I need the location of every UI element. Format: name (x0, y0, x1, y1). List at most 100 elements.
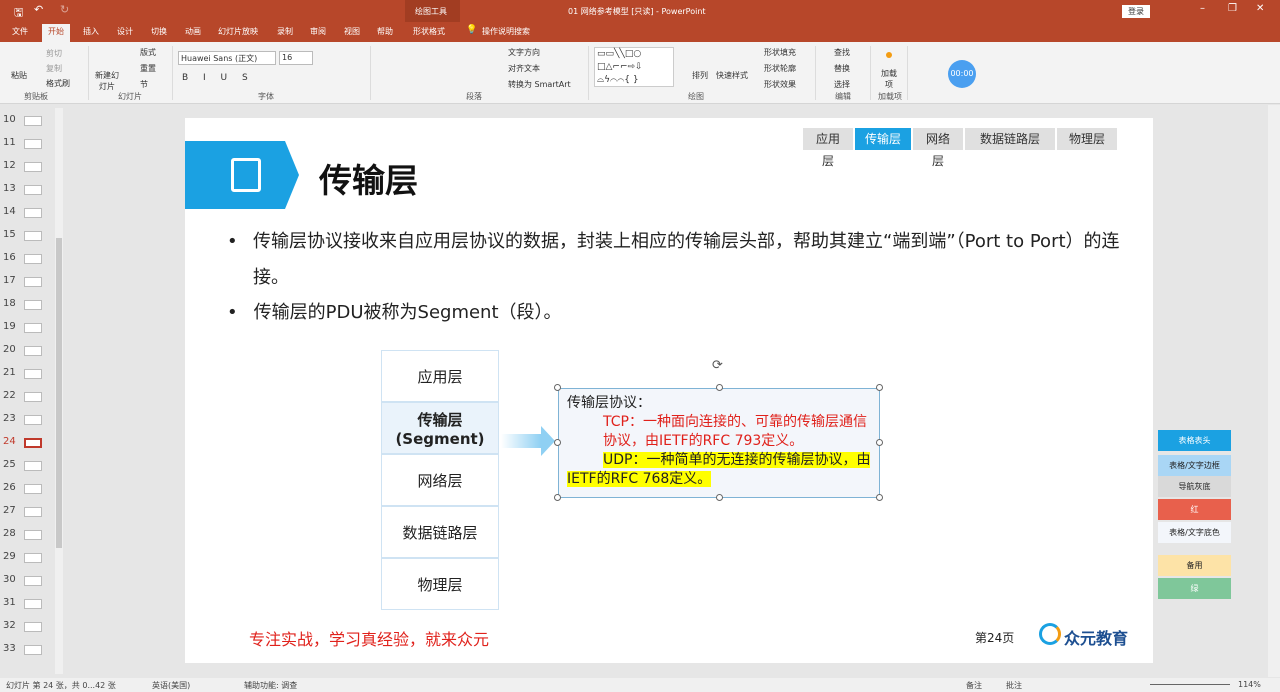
tab-design[interactable]: 设计 (117, 26, 133, 37)
restore-button[interactable]: ❐ (1228, 3, 1237, 14)
slide-thumbnail[interactable] (24, 185, 42, 195)
slide-thumbnail[interactable] (24, 645, 42, 655)
slide-thumbnail[interactable] (24, 553, 42, 563)
resize-handle[interactable] (876, 384, 883, 391)
slide-thumbnail[interactable] (24, 300, 42, 310)
select-button[interactable]: 选择 (834, 79, 850, 90)
style-swatch[interactable]: 绿 (1158, 578, 1231, 599)
resize-handle[interactable] (554, 439, 561, 446)
tab-insert[interactable]: 插入 (83, 26, 99, 37)
slide-thumbnail[interactable] (24, 323, 42, 333)
align-text-button[interactable]: 对齐文本 (508, 63, 540, 74)
notes-button[interactable]: 备注 (966, 680, 982, 691)
style-swatch[interactable]: 表格表头 (1158, 430, 1231, 451)
resize-handle[interactable] (716, 494, 723, 501)
resize-handle[interactable] (876, 439, 883, 446)
slide-thumbnail[interactable] (24, 392, 42, 402)
font-name-select[interactable]: Huawei Sans (正文) (178, 51, 276, 65)
font-format-buttons[interactable]: B I U S (182, 73, 254, 83)
thumb-scrollbar[interactable] (55, 108, 63, 674)
slide-thumbnail[interactable] (24, 461, 42, 471)
tab-slideshow[interactable]: 幻灯片放映 (218, 26, 258, 37)
copy-button[interactable]: 复制 (46, 63, 62, 74)
reset-button[interactable]: 重置 (140, 63, 156, 74)
addins-button[interactable]: 加载项 (881, 68, 897, 90)
slide-thumbnail[interactable] (24, 438, 42, 448)
shape-fill-button[interactable]: 形状填充 (764, 47, 796, 58)
shape-gallery[interactable]: ▭▭╲╲□○ □△⌐⌐⇨⇩ ⌓ϟ⌒⌒{ } (594, 47, 674, 87)
paste-button[interactable]: 粘贴 (11, 70, 27, 81)
tab-animations[interactable]: 动画 (185, 26, 201, 37)
slide-thumbnail[interactable] (24, 231, 42, 241)
shape-effects-button[interactable]: 形状效果 (764, 79, 796, 90)
tab-help[interactable]: 帮助 (377, 26, 393, 37)
slide-thumbnail[interactable] (24, 208, 42, 218)
slide-thumbnail[interactable] (24, 277, 42, 287)
arrange-button[interactable]: 排列 (692, 70, 708, 81)
slide-thumbnail[interactable] (24, 139, 42, 149)
save-icon[interactable]: 🖫 (14, 4, 23, 23)
tab-review[interactable]: 审阅 (310, 26, 326, 37)
vertical-scrollbar[interactable] (1268, 105, 1280, 677)
protocol-textbox[interactable]: 传输层协议： TCP：一种面向连接的、可靠的传输层通信协议，由IETF的RFC … (558, 388, 880, 498)
quick-styles-button[interactable]: 快速样式 (716, 70, 748, 81)
slide-thumbnail[interactable] (24, 530, 42, 540)
new-slide-button[interactable]: 新建幻灯片 (92, 70, 122, 92)
login-button[interactable]: 登录 (1122, 5, 1150, 18)
thumb-number: 10 (3, 114, 16, 125)
style-swatch[interactable]: 导航灰底 (1158, 476, 1231, 497)
cut-button[interactable]: 剪切 (46, 48, 62, 59)
slide-canvas[interactable]: 应用层 传输层 网络层 数据链路层 物理层 传输层 • 传输层协议接收来自应用层协议的数据… (185, 118, 1153, 663)
crumb-item: 应用层 (803, 128, 853, 168)
minimize-button[interactable]: – (1200, 3, 1205, 14)
tab-transitions[interactable]: 切换 (151, 26, 167, 37)
slide-thumbnail[interactable] (24, 116, 42, 126)
slide-thumbnail[interactable] (24, 484, 42, 494)
style-swatch[interactable]: 表格/文字底色 (1158, 522, 1231, 543)
format-painter-button[interactable]: 格式刷 (46, 78, 70, 89)
thumb-number: 13 (3, 183, 16, 194)
tab-shape-format[interactable]: 形状格式 (413, 26, 445, 37)
slide-thumbnail[interactable] (24, 369, 42, 379)
resize-handle[interactable] (554, 384, 561, 391)
slide-thumbnail[interactable] (24, 162, 42, 172)
thumb-number: 21 (3, 367, 16, 378)
find-button[interactable]: 查找 (834, 47, 850, 58)
tab-record[interactable]: 录制 (277, 26, 293, 37)
shape-outline-button[interactable]: 形状轮廓 (764, 63, 796, 74)
tell-me-search[interactable]: 操作说明搜索 (482, 26, 530, 37)
slide-thumbnail[interactable] (24, 254, 42, 264)
thumb-number: 18 (3, 298, 16, 309)
style-swatch[interactable]: 备用 (1158, 555, 1231, 576)
zoom-level[interactable]: 114% (1238, 680, 1261, 689)
timer-button[interactable]: 00:00 (948, 60, 976, 88)
smartart-button[interactable]: 转换为 SmartArt (508, 79, 571, 90)
slide-thumbnail[interactable] (24, 415, 42, 425)
slide-thumbnail[interactable] (24, 507, 42, 517)
close-button[interactable]: ✕ (1256, 3, 1264, 14)
thumb-number: 15 (3, 229, 16, 240)
tab-file[interactable]: 文件 (12, 26, 28, 37)
slide-thumbnail[interactable] (24, 346, 42, 356)
style-swatch[interactable]: 红 (1158, 499, 1231, 520)
slide-thumbnail[interactable] (24, 599, 42, 609)
undo-icon[interactable]: ↶ (34, 3, 43, 16)
font-size-select[interactable]: 16 (279, 51, 313, 65)
thumb-number: 28 (3, 528, 16, 539)
text-direction-button[interactable]: 文字方向 (508, 47, 540, 58)
resize-handle[interactable] (554, 494, 561, 501)
zoom-slider[interactable] (1150, 684, 1230, 685)
redo-icon[interactable]: ↻ (60, 3, 69, 16)
tab-home[interactable]: 开始 (42, 24, 70, 42)
replace-button[interactable]: 替换 (834, 63, 850, 74)
slide-thumbnail[interactable] (24, 622, 42, 632)
resize-handle[interactable] (716, 384, 723, 391)
rotate-handle-icon[interactable]: ⟳ (712, 358, 723, 373)
comments-button[interactable]: 批注 (1006, 680, 1022, 691)
resize-handle[interactable] (876, 494, 883, 501)
style-swatch[interactable]: 表格/文字边框 (1158, 455, 1231, 476)
slide-thumbnail[interactable] (24, 576, 42, 586)
section-button[interactable]: 节 (140, 79, 148, 90)
tab-view[interactable]: 视图 (344, 26, 360, 37)
layout-button[interactable]: 版式 (140, 47, 156, 58)
